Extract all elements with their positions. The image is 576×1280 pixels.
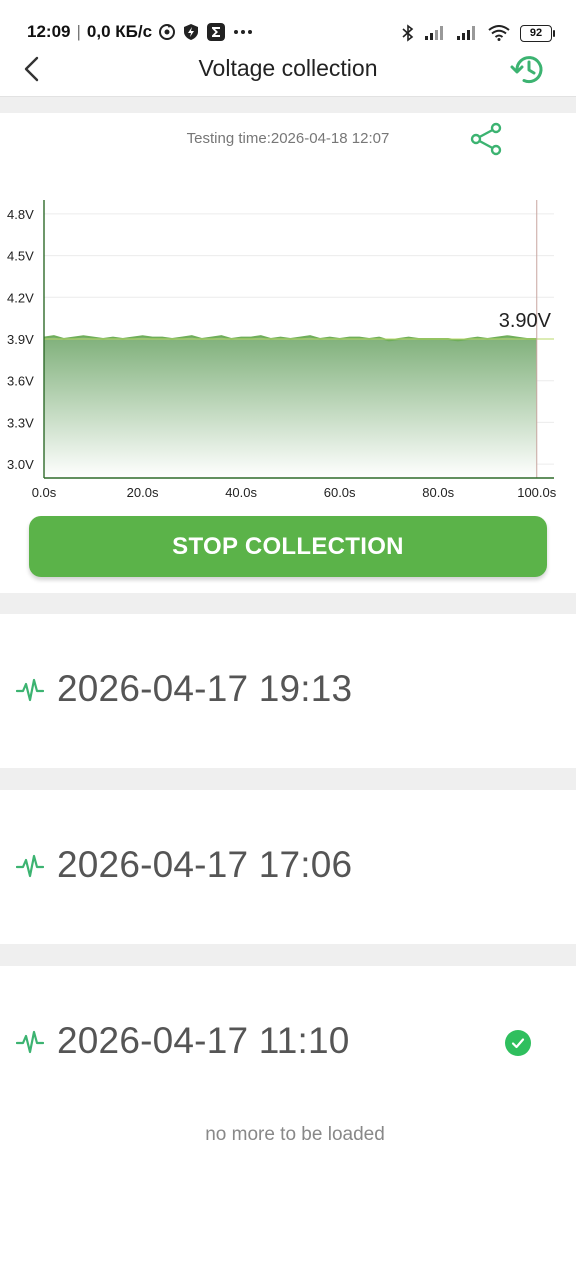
header-divider bbox=[0, 96, 576, 113]
y-tick-label: 4.5V bbox=[7, 249, 34, 264]
record-datetime: 2026-04-17 17:06 bbox=[57, 844, 353, 885]
x-tick-label: 80.0s bbox=[422, 485, 454, 500]
y-tick-label: 3.3V bbox=[7, 415, 34, 430]
x-tick-label: 40.0s bbox=[225, 485, 257, 500]
record-datetime: 2026-04-17 11:10 bbox=[57, 1020, 350, 1061]
sigma-app-icon bbox=[206, 22, 226, 42]
voltage-chart-svg: 4.8V 4.5V 4.2V 3.9V 3.6V 3.3V 3.0V 0.0s 20.0s 40.… bbox=[7, 200, 557, 500]
y-tick-label: 3.9V bbox=[7, 332, 34, 347]
voltage-chart: 4.8V 4.5V 4.2V 3.9V 3.6V 3.3V 3.0V 0.0s 20.0s 40.… bbox=[0, 190, 576, 510]
wifi-icon bbox=[488, 25, 510, 41]
section-gap bbox=[0, 768, 576, 790]
status-time: 12:09 bbox=[27, 22, 71, 41]
current-value-label: 3.90V bbox=[499, 310, 552, 332]
x-tick-label: 0.0s bbox=[32, 485, 57, 500]
y-tick-label: 4.8V bbox=[7, 207, 34, 222]
record-item[interactable]: 2026-04-17 17:06 bbox=[0, 790, 576, 944]
section-gap bbox=[0, 593, 576, 614]
x-tick-label: 60.0s bbox=[324, 485, 356, 500]
share-icon[interactable] bbox=[469, 122, 505, 156]
waveform-icon bbox=[15, 676, 45, 711]
signal-icon-1 bbox=[424, 25, 446, 41]
bluetooth-icon bbox=[402, 24, 414, 42]
status-left: 12:09 | 0,0 КБ/с bbox=[27, 22, 254, 42]
more-dots-icon bbox=[232, 23, 254, 41]
history-icon[interactable] bbox=[510, 53, 546, 85]
voltage-area bbox=[44, 336, 537, 478]
check-icon bbox=[505, 1030, 531, 1056]
y-tick-label: 3.0V bbox=[7, 457, 34, 472]
sync-icon bbox=[158, 23, 176, 41]
testing-time-label: Testing time:2026-04-18 12:07 bbox=[186, 130, 390, 147]
signal-icon-2 bbox=[456, 25, 478, 41]
waveform-icon bbox=[15, 852, 45, 887]
x-tick-label: 100.0s bbox=[517, 485, 557, 500]
status-separator: | bbox=[76, 22, 81, 41]
battery-indicator: 92 bbox=[520, 24, 555, 42]
section-gap bbox=[0, 944, 576, 966]
record-item-selected[interactable]: 2026-04-17 11:10 bbox=[0, 966, 576, 1120]
stop-collection-button[interactable]: STOP COLLECTION bbox=[29, 516, 547, 577]
waveform-icon bbox=[15, 1028, 45, 1063]
record-datetime: 2026-04-17 19:13 bbox=[57, 668, 353, 709]
shield-bolt-icon bbox=[182, 23, 200, 41]
status-bar: 12:09 | 0,0 КБ/с 92 bbox=[0, 0, 576, 50]
y-tick-label: 4.2V bbox=[7, 290, 34, 305]
record-item[interactable]: 2026-04-17 19:13 bbox=[0, 614, 576, 768]
status-right: 92 bbox=[402, 24, 555, 42]
x-tick-label: 20.0s bbox=[127, 485, 159, 500]
no-more-label: no more to be loaded bbox=[205, 1124, 385, 1145]
page-title: Voltage collection bbox=[198, 55, 378, 81]
status-network-speed: 0,0 КБ/с bbox=[86, 22, 153, 41]
y-tick-label: 3.6V bbox=[7, 374, 34, 389]
